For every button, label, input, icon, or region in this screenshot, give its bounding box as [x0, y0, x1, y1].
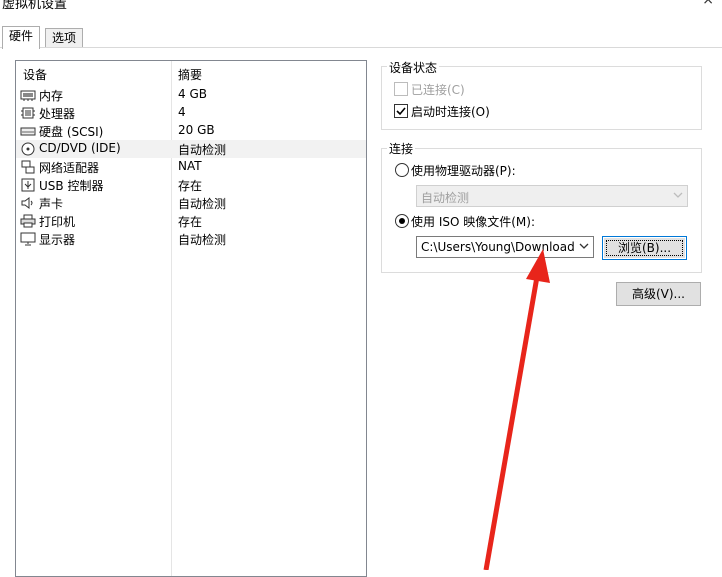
- device-name: 网络适配器: [39, 161, 100, 175]
- device-row-memory[interactable]: 内存 4 GB: [16, 86, 366, 104]
- chevron-down-icon[interactable]: [578, 238, 590, 254]
- network-adapter-icon: [21, 160, 35, 174]
- device-summary: 4 GB: [178, 87, 207, 101]
- device-summary: 20 GB: [178, 123, 215, 137]
- physical-drive-label: 使用物理驱动器(P):: [411, 164, 516, 178]
- connect-at-power-on-checkbox[interactable]: [394, 104, 408, 118]
- tab-hardware[interactable]: 硬件: [2, 26, 41, 49]
- hard-disk-icon: [20, 127, 36, 136]
- sound-card-icon: [21, 197, 33, 209]
- tab-options[interactable]: 选项: [45, 28, 84, 48]
- device-row-network-adapter[interactable]: 网络适配器 NAT: [16, 158, 366, 176]
- device-row-cd-dvd[interactable]: CD/DVD (IDE) 自动检测: [16, 140, 366, 158]
- usb-controller-icon: [21, 178, 35, 192]
- device-summary: 自动检测: [178, 197, 227, 211]
- title-bar: 虚拟机设置 ×: [0, 0, 722, 24]
- device-row-usb-controller[interactable]: USB 控制器 存在: [16, 176, 366, 194]
- processor-icon: [21, 107, 35, 119]
- device-row-sound-card[interactable]: 声卡 自动检测: [16, 194, 366, 212]
- physical-drive-radio[interactable]: [395, 163, 409, 177]
- cd-dvd-icon: [21, 142, 35, 156]
- device-row-hard-disk[interactable]: 硬盘 (SCSI) 20 GB: [16, 122, 366, 140]
- device-name: 声卡: [39, 197, 64, 211]
- device-row-printer[interactable]: 打印机 存在: [16, 212, 366, 230]
- connection-title: 连接: [387, 140, 416, 157]
- device-name: 内存: [39, 89, 64, 103]
- device-summary: 存在: [178, 179, 203, 193]
- display-icon: [20, 232, 36, 246]
- window-title: 虚拟机设置: [2, 0, 68, 12]
- device-name: 处理器: [39, 107, 76, 121]
- printer-icon: [20, 214, 36, 228]
- device-summary: NAT: [178, 159, 202, 173]
- focus-rect: [606, 240, 683, 256]
- device-name: 硬盘 (SCSI): [39, 125, 104, 139]
- device-name: USB 控制器: [39, 179, 104, 193]
- advanced-button[interactable]: 高级(V)...: [616, 282, 701, 306]
- device-summary: 自动检测: [178, 143, 227, 157]
- column-header-summary[interactable]: 摘要: [178, 66, 202, 83]
- device-name: CD/DVD (IDE): [39, 141, 121, 155]
- tab-strip: 硬件 选项: [0, 26, 722, 49]
- annotation-arrow-icon: [483, 249, 550, 570]
- connected-label: 已连接(C): [411, 83, 465, 97]
- physical-drive-select[interactable]: 自动检测: [416, 185, 688, 207]
- checkmark-icon: [396, 107, 406, 116]
- device-list-header: 设备 摘要: [16, 61, 366, 85]
- connect-at-power-on-label: 启动时连接(O): [411, 105, 490, 119]
- chevron-down-icon: [673, 192, 683, 198]
- device-list[interactable]: 设备 摘要 内存 4 GB 处理器 4 硬盘 (SCSI) 20 GB CD/D…: [15, 60, 367, 577]
- close-icon[interactable]: ×: [702, 0, 714, 8]
- device-name: 显示器: [39, 233, 76, 247]
- physical-drive-value: 自动检测: [421, 191, 470, 205]
- device-row-display[interactable]: 显示器 自动检测: [16, 230, 366, 248]
- device-row-processor[interactable]: 处理器 4: [16, 104, 366, 122]
- browse-button[interactable]: 浏览(B)...: [602, 236, 687, 260]
- connected-checkbox[interactable]: [394, 82, 408, 96]
- device-name: 打印机: [39, 215, 76, 229]
- device-summary: 4: [178, 105, 186, 119]
- advanced-button-label: 高级(V)...: [631, 287, 686, 301]
- device-summary: 存在: [178, 215, 203, 229]
- iso-image-label: 使用 ISO 映像文件(M):: [411, 215, 535, 229]
- column-header-device[interactable]: 设备: [23, 66, 47, 83]
- device-status-title: 设备状态: [387, 59, 440, 76]
- iso-image-radio[interactable]: [395, 214, 409, 228]
- device-summary: 自动检测: [178, 233, 227, 247]
- memory-icon: [20, 90, 36, 101]
